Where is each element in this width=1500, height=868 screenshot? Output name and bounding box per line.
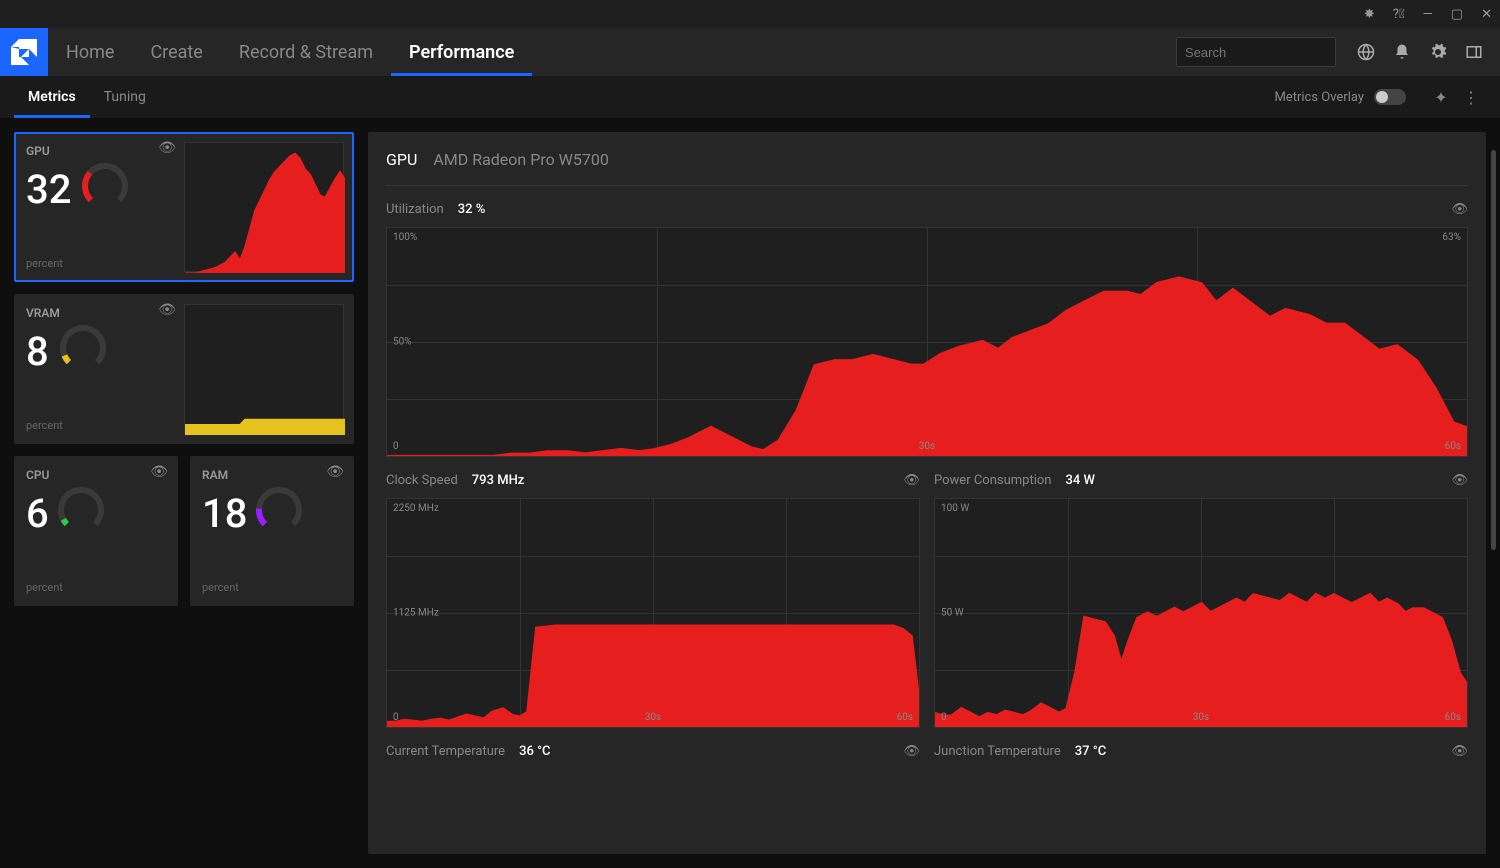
nav-home[interactable]: Home: [48, 28, 132, 76]
search-box[interactable]: [1176, 37, 1336, 67]
axis-label: 2250 MHz: [393, 503, 439, 514]
axis-label: 60s: [1445, 712, 1461, 723]
gauge-vram: [57, 322, 109, 374]
axis-label: 50%: [393, 337, 412, 348]
detail-panel: GPU AMD Radeon Pro W5700 Utilization 32 …: [368, 132, 1486, 854]
gauge-cpu: [55, 484, 107, 536]
gear-icon[interactable]: [1420, 43, 1456, 61]
gauge-gpu: [79, 160, 131, 212]
card-cpu-value: 6: [26, 490, 49, 537]
jtemp-value: 37 °C: [1075, 744, 1106, 759]
temp-label: Current Temperature: [386, 744, 505, 759]
jtemp-label: Junction Temperature: [934, 744, 1061, 759]
card-gpu[interactable]: GPU 32 percent 👁: [14, 132, 354, 282]
axis-label: 50 W: [941, 608, 964, 619]
card-ram-value: 18: [202, 490, 247, 537]
eye-icon[interactable]: 👁: [158, 140, 176, 156]
axis-label: 100%: [393, 232, 417, 243]
card-gpu-title: GPU: [26, 144, 176, 158]
axis-label: 0: [393, 441, 399, 452]
detail-subtitle: AMD Radeon Pro W5700: [433, 150, 609, 169]
eye-icon[interactable]: 👁: [903, 744, 920, 759]
util-value: 32 %: [458, 202, 486, 217]
power-label: Power Consumption: [934, 473, 1051, 488]
card-vram-title: VRAM: [26, 306, 176, 320]
maximize-icon[interactable]: ▢: [1451, 7, 1463, 22]
util-label: Utilization: [386, 202, 444, 217]
card-cpu-unit: percent: [26, 581, 63, 594]
axis-label: 60s: [1445, 441, 1461, 452]
amd-logo[interactable]: [0, 28, 48, 76]
eye-icon[interactable]: 👁: [1451, 473, 1468, 488]
subheader: Metrics Tuning Metrics Overlay ✦ ⋮: [0, 76, 1500, 118]
axis-label: 30s: [1193, 712, 1209, 723]
eye-icon[interactable]: 👁: [1451, 744, 1468, 759]
axis-label: 60s: [897, 712, 913, 723]
card-cpu[interactable]: CPU 6 percent 👁: [14, 456, 178, 606]
jtemp-block: Junction Temperature 37 °C 👁: [934, 744, 1468, 769]
help-icon[interactable]: ?⃝: [1393, 7, 1405, 22]
metrics-overlay-label: Metrics Overlay: [1274, 90, 1364, 105]
clock-label: Clock Speed: [386, 473, 458, 488]
detail-title-main: GPU: [386, 150, 417, 169]
scrollbar[interactable]: [1491, 150, 1496, 550]
axis-label: 1125 MHz: [393, 608, 439, 619]
card-vram-unit: percent: [26, 419, 63, 432]
titlebar: ✸ ?⃝ — ▢ ✕: [0, 0, 1500, 28]
clock-block: Clock Speed 793 MHz 👁 2250 MHz 1125 MHz …: [386, 473, 920, 728]
eye-icon[interactable]: 👁: [326, 464, 344, 480]
header: Home Create Record & Stream Performance: [0, 28, 1500, 76]
bell-icon[interactable]: [1384, 43, 1420, 61]
main: GPU 32 percent 👁 VRAM 8 percent 👁: [0, 118, 1500, 868]
eye-icon[interactable]: 👁: [150, 464, 168, 480]
spark-gpu: [184, 142, 344, 272]
search-input[interactable]: [1185, 45, 1361, 60]
subtab-tuning[interactable]: Tuning: [90, 76, 160, 118]
chart-power: 100 W 50 W 0 30s 60s: [934, 498, 1468, 728]
card-gpu-value: 32: [26, 166, 71, 213]
eye-icon[interactable]: 👁: [1451, 202, 1468, 217]
card-gpu-unit: percent: [26, 257, 63, 270]
close-icon[interactable]: ✕: [1481, 7, 1492, 22]
axis-label: 30s: [645, 712, 661, 723]
axis-label: 63%: [1442, 232, 1461, 243]
card-ram-unit: percent: [202, 581, 239, 594]
temp-block: Current Temperature 36 °C 👁: [386, 744, 920, 769]
panel-icon[interactable]: [1456, 43, 1492, 61]
axis-label: 100 W: [941, 503, 969, 514]
chart-utilization: 100% 63% 50% 0 30s 60s: [386, 227, 1468, 457]
card-ram[interactable]: RAM 18 percent 👁: [190, 456, 354, 606]
card-cpu-title: CPU: [26, 468, 166, 482]
globe-icon[interactable]: [1348, 43, 1384, 61]
detail-title: GPU AMD Radeon Pro W5700: [386, 150, 1468, 186]
sparkle-icon[interactable]: ✦: [1426, 88, 1456, 107]
main-nav: Home Create Record & Stream Performance: [48, 28, 532, 76]
eye-icon[interactable]: 👁: [903, 473, 920, 488]
chart-clock: 2250 MHz 1125 MHz 0 30s 60s: [386, 498, 920, 728]
axis-label: 30s: [919, 441, 935, 452]
gauge-ram: [253, 484, 305, 536]
more-icon[interactable]: ⋮: [1456, 88, 1486, 107]
card-ram-title: RAM: [202, 468, 342, 482]
minimize-icon[interactable]: —: [1423, 7, 1433, 22]
eye-icon[interactable]: 👁: [158, 302, 176, 318]
power-block: Power Consumption 34 W 👁 100 W 50 W 0 30…: [934, 473, 1468, 728]
nav-record[interactable]: Record & Stream: [221, 28, 391, 76]
axis-label: 0: [941, 712, 947, 723]
temp-value: 36 °C: [519, 744, 550, 759]
nav-performance[interactable]: Performance: [391, 28, 532, 76]
card-vram-value: 8: [26, 328, 49, 375]
card-vram[interactable]: VRAM 8 percent 👁: [14, 294, 354, 444]
metrics-overlay-toggle[interactable]: [1374, 89, 1406, 105]
bug-icon[interactable]: ✸: [1364, 7, 1375, 22]
sidebar: GPU 32 percent 👁 VRAM 8 percent 👁: [14, 132, 354, 854]
axis-label: 0: [393, 712, 399, 723]
power-value: 34 W: [1065, 473, 1094, 488]
utilization-block: Utilization 32 % 👁 100% 63% 50% 0 30s 60…: [386, 202, 1468, 457]
nav-create[interactable]: Create: [132, 28, 220, 76]
clock-value: 793 MHz: [472, 473, 525, 488]
spark-vram: [184, 304, 344, 434]
subtab-metrics[interactable]: Metrics: [14, 76, 90, 118]
